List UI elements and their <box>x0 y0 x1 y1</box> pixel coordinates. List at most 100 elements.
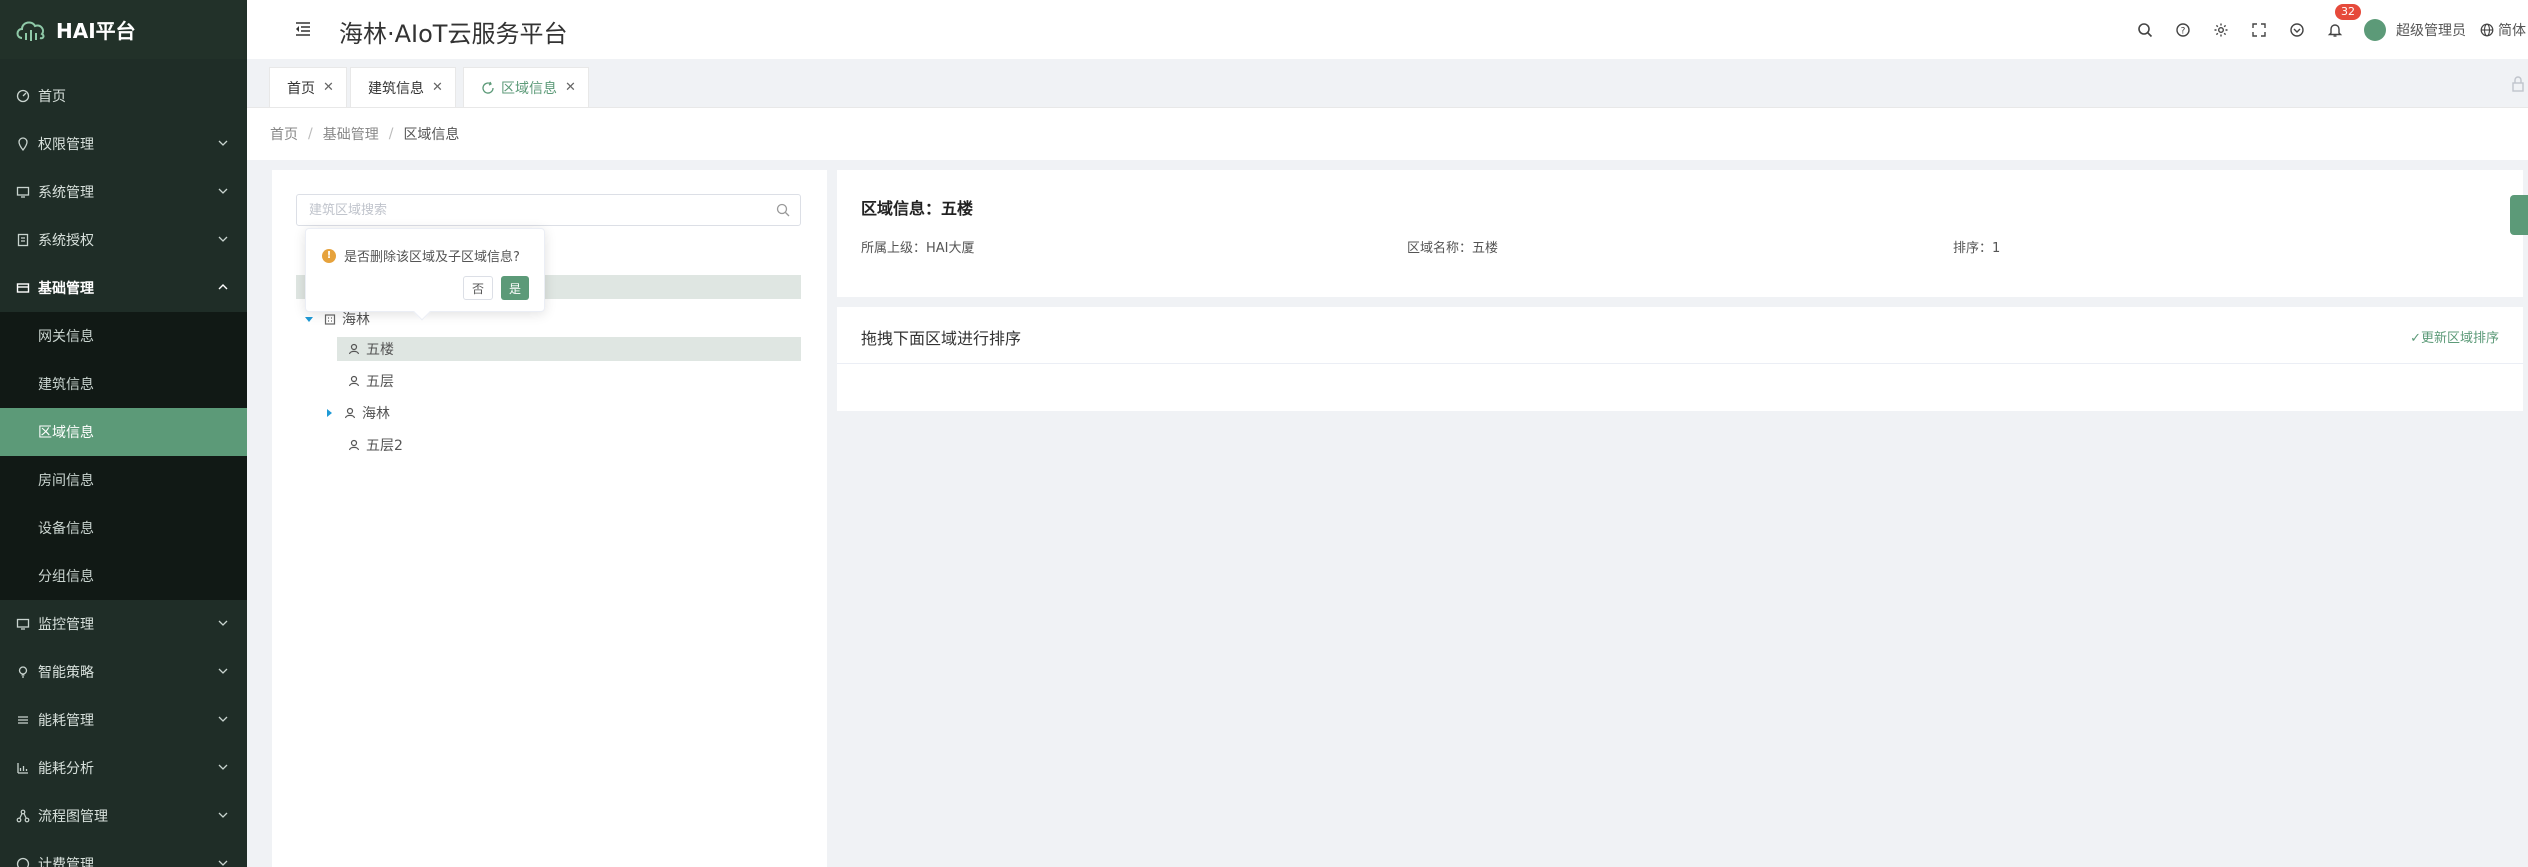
search-icon[interactable] <box>776 203 790 217</box>
sidebar-subitem-room[interactable]: 房间信息 <box>0 456 247 504</box>
sidebar-item-label: 流程图管理 <box>38 809 108 825</box>
bulb-icon <box>14 663 32 681</box>
theme-button[interactable] <box>2278 0 2316 59</box>
chevron-up-icon <box>218 284 228 290</box>
tab-label: 区域信息 <box>501 80 557 97</box>
sidebar-item-label: 能耗分析 <box>38 761 94 777</box>
sidebar-item-label: 系统管理 <box>38 185 94 201</box>
lock-icon[interactable] <box>2508 74 2528 94</box>
divider <box>837 363 2523 364</box>
location-icon <box>14 135 32 153</box>
sidebar-subitem-device[interactable]: 设备信息 <box>0 504 247 552</box>
notification-badge: 32 <box>2335 4 2361 20</box>
language-label: 简体 <box>2498 22 2526 39</box>
menu-fold-icon[interactable] <box>293 19 313 39</box>
chevron-down-icon <box>218 620 228 626</box>
submenu-basic: 网关信息 建筑信息 区域信息 房间信息 设备信息 分组信息 <box>0 312 247 600</box>
sidebar-item-license[interactable]: 系统授权 <box>0 216 247 264</box>
close-icon[interactable]: ✕ <box>432 80 443 95</box>
sidebar-item-system[interactable]: 系统管理 <box>0 168 247 216</box>
area-name: 区域名称：五楼 <box>1407 241 1499 256</box>
tree-node-selected[interactable]: 五楼 <box>348 337 394 361</box>
chevron-down-icon <box>218 140 228 146</box>
tab-home[interactable]: 首页 ✕ <box>269 67 347 107</box>
caret-right-icon[interactable] <box>324 408 334 418</box>
sidebar-item-billing[interactable]: 计费管理 <box>0 840 247 867</box>
area-parent: 所属上级：HAI大厦 <box>861 241 975 256</box>
tree-node-label: 海林 <box>362 406 390 422</box>
popconfirm-message: 是否删除该区域及子区域信息? <box>344 250 520 265</box>
brand[interactable]: HAI平台 <box>0 0 247 59</box>
sidebar-item-energy[interactable]: 能耗管理 <box>0 696 247 744</box>
sidebar-subitem-area[interactable]: 区域信息 <box>0 408 247 456</box>
sidebar-item-home[interactable]: 首页 <box>0 72 247 120</box>
breadcrumb-current: 区域信息 <box>403 127 460 143</box>
caret-down-icon[interactable] <box>304 314 314 324</box>
delete-popconfirm: ! 是否删除该区域及子区域信息? 否 是 <box>305 228 545 321</box>
sidebar-item-permission[interactable]: 权限管理 <box>0 120 247 168</box>
notification-button[interactable]: 32 <box>2316 0 2361 59</box>
tab-area[interactable]: 区域信息 ✕ <box>463 67 589 107</box>
sidebar-item-analysis[interactable]: 能耗分析 <box>0 744 247 792</box>
user-icon <box>348 343 360 355</box>
sidebar-item-label: 监控管理 <box>38 617 94 633</box>
breadcrumb: 首页 / 基础管理 / 区域信息 <box>247 108 2528 160</box>
tree-node[interactable]: 海林 <box>324 401 390 425</box>
sidebar-subitem-building[interactable]: 建筑信息 <box>0 360 247 408</box>
side-settings-tab[interactable] <box>2510 195 2528 235</box>
chevron-down-icon <box>218 716 228 722</box>
svg-text:?: ? <box>2181 26 2186 36</box>
chevron-down-icon <box>218 812 228 818</box>
sidebar-item-label: 权限管理 <box>38 137 94 153</box>
sidebar-item-label: 基础管理 <box>38 281 94 297</box>
settings-button[interactable] <box>2202 0 2240 59</box>
search-button[interactable] <box>2126 0 2164 59</box>
sidebar-item-monitor[interactable]: 监控管理 <box>0 600 247 648</box>
sidebar-item-basic[interactable]: 基础管理 <box>0 264 247 312</box>
help-button[interactable]: ? <box>2164 0 2202 59</box>
sliders-icon <box>14 711 32 729</box>
language-switch[interactable]: 简体 <box>2480 20 2528 40</box>
popconfirm-message-row: ! 是否删除该区域及子区域信息? <box>322 246 520 265</box>
warning-icon: ! <box>322 248 336 263</box>
tab-building[interactable]: 建筑信息 ✕ <box>350 67 456 107</box>
tree-node-label: 五楼 <box>366 342 394 358</box>
breadcrumb-item[interactable]: 基础管理 <box>323 124 379 144</box>
breadcrumb-item[interactable]: 首页 <box>270 124 298 144</box>
tree-row-selected <box>337 337 801 361</box>
tree-node-label: 五层 <box>366 374 394 390</box>
sidebar-subitem-gateway[interactable]: 网关信息 <box>0 312 247 360</box>
user-icon <box>348 439 360 451</box>
sidebar-item-flowchart[interactable]: 流程图管理 <box>0 792 247 840</box>
user-menu[interactable]: 超级管理员 <box>2354 18 2480 41</box>
fullscreen-button[interactable] <box>2240 0 2278 59</box>
close-icon[interactable]: ✕ <box>565 80 576 95</box>
top-header: 海林·AIoT云服务平台 ? 32 超级管理员 简体 <box>247 0 2528 59</box>
sidebar-item-label: 计费管理 <box>38 857 94 867</box>
tree-node[interactable]: 五层 <box>348 369 394 393</box>
avatar <box>2364 18 2386 41</box>
globe-icon <box>2480 23 2494 36</box>
tree-node[interactable]: 五层2 <box>348 433 403 457</box>
sidebar: HAI平台 首页 权限管理 系统管理 系统授权 基础管理 网关信息 建筑信息 区… <box>0 0 247 867</box>
cancel-button[interactable]: 否 <box>463 276 493 300</box>
confirm-button[interactable]: 是 <box>501 276 529 300</box>
update-sort-button[interactable]: ✓更新区域排序 <box>2410 327 2499 346</box>
sidebar-item-strategy[interactable]: 智能策略 <box>0 648 247 696</box>
chevron-down-icon <box>218 668 228 674</box>
sidebar-item-label: 首页 <box>38 89 66 105</box>
chevron-down-icon <box>218 188 228 194</box>
refresh-icon <box>482 81 494 94</box>
brand-name: HAI平台 <box>56 19 136 43</box>
card-icon <box>14 279 32 297</box>
search-input[interactable] <box>297 195 757 225</box>
sort-card-title: 拖拽下面区域进行排序 <box>861 329 1022 348</box>
sidebar-item-label: 能耗管理 <box>38 713 94 729</box>
dashboard-icon <box>14 87 32 105</box>
header-toolbar: ? 32 超级管理员 简体 <box>2126 0 2528 59</box>
sidebar-subitem-group[interactable]: 分组信息 <box>0 552 247 600</box>
help-icon: ? <box>2176 22 2190 37</box>
cloud-logo-icon <box>16 20 45 41</box>
close-icon[interactable]: ✕ <box>323 80 334 95</box>
sidebar-item-label: 系统授权 <box>38 233 94 249</box>
